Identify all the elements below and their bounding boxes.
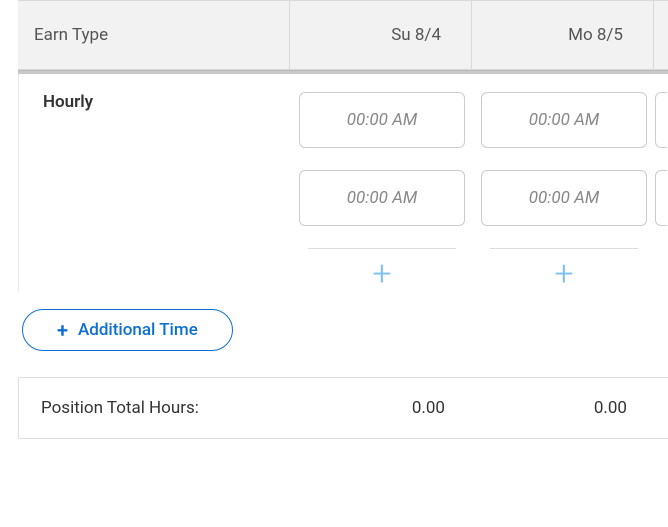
header-earn-type: Earn Type bbox=[18, 1, 290, 69]
time-in-input-day2-partial[interactable] bbox=[655, 92, 667, 148]
plus-icon: + bbox=[57, 320, 68, 340]
position-total-day0: 0.00 bbox=[291, 398, 473, 418]
time-out-input-day0[interactable] bbox=[299, 170, 465, 226]
position-total-day1: 0.00 bbox=[473, 398, 655, 418]
day0-divider bbox=[308, 248, 456, 249]
timesheet-header-row: Earn Type Su 8/4 Mo 8/5 bbox=[18, 0, 668, 70]
add-time-entry-day0[interactable]: + bbox=[372, 257, 391, 291]
day1-divider bbox=[490, 248, 638, 249]
add-time-entry-day1[interactable]: + bbox=[554, 257, 573, 291]
day-column-1: + bbox=[473, 92, 655, 291]
time-out-input-day2-partial[interactable] bbox=[655, 170, 667, 226]
time-in-input-day1[interactable] bbox=[481, 92, 647, 148]
position-total-label: Position Total Hours: bbox=[19, 398, 291, 418]
header-day-0: Su 8/4 bbox=[290, 1, 472, 69]
time-in-input-day0[interactable] bbox=[299, 92, 465, 148]
additional-time-button[interactable]: + Additional Time bbox=[22, 309, 233, 351]
position-total-row: Position Total Hours: 0.00 0.00 bbox=[18, 377, 668, 439]
timesheet-body-row: Hourly + + bbox=[18, 74, 668, 291]
day-column-2-partial bbox=[655, 92, 667, 291]
additional-time-label: Additional Time bbox=[78, 320, 198, 340]
earn-type-label: Hourly bbox=[19, 92, 291, 291]
header-day-1: Mo 8/5 bbox=[472, 1, 654, 69]
time-out-input-day1[interactable] bbox=[481, 170, 647, 226]
day-column-0: + bbox=[291, 92, 473, 291]
